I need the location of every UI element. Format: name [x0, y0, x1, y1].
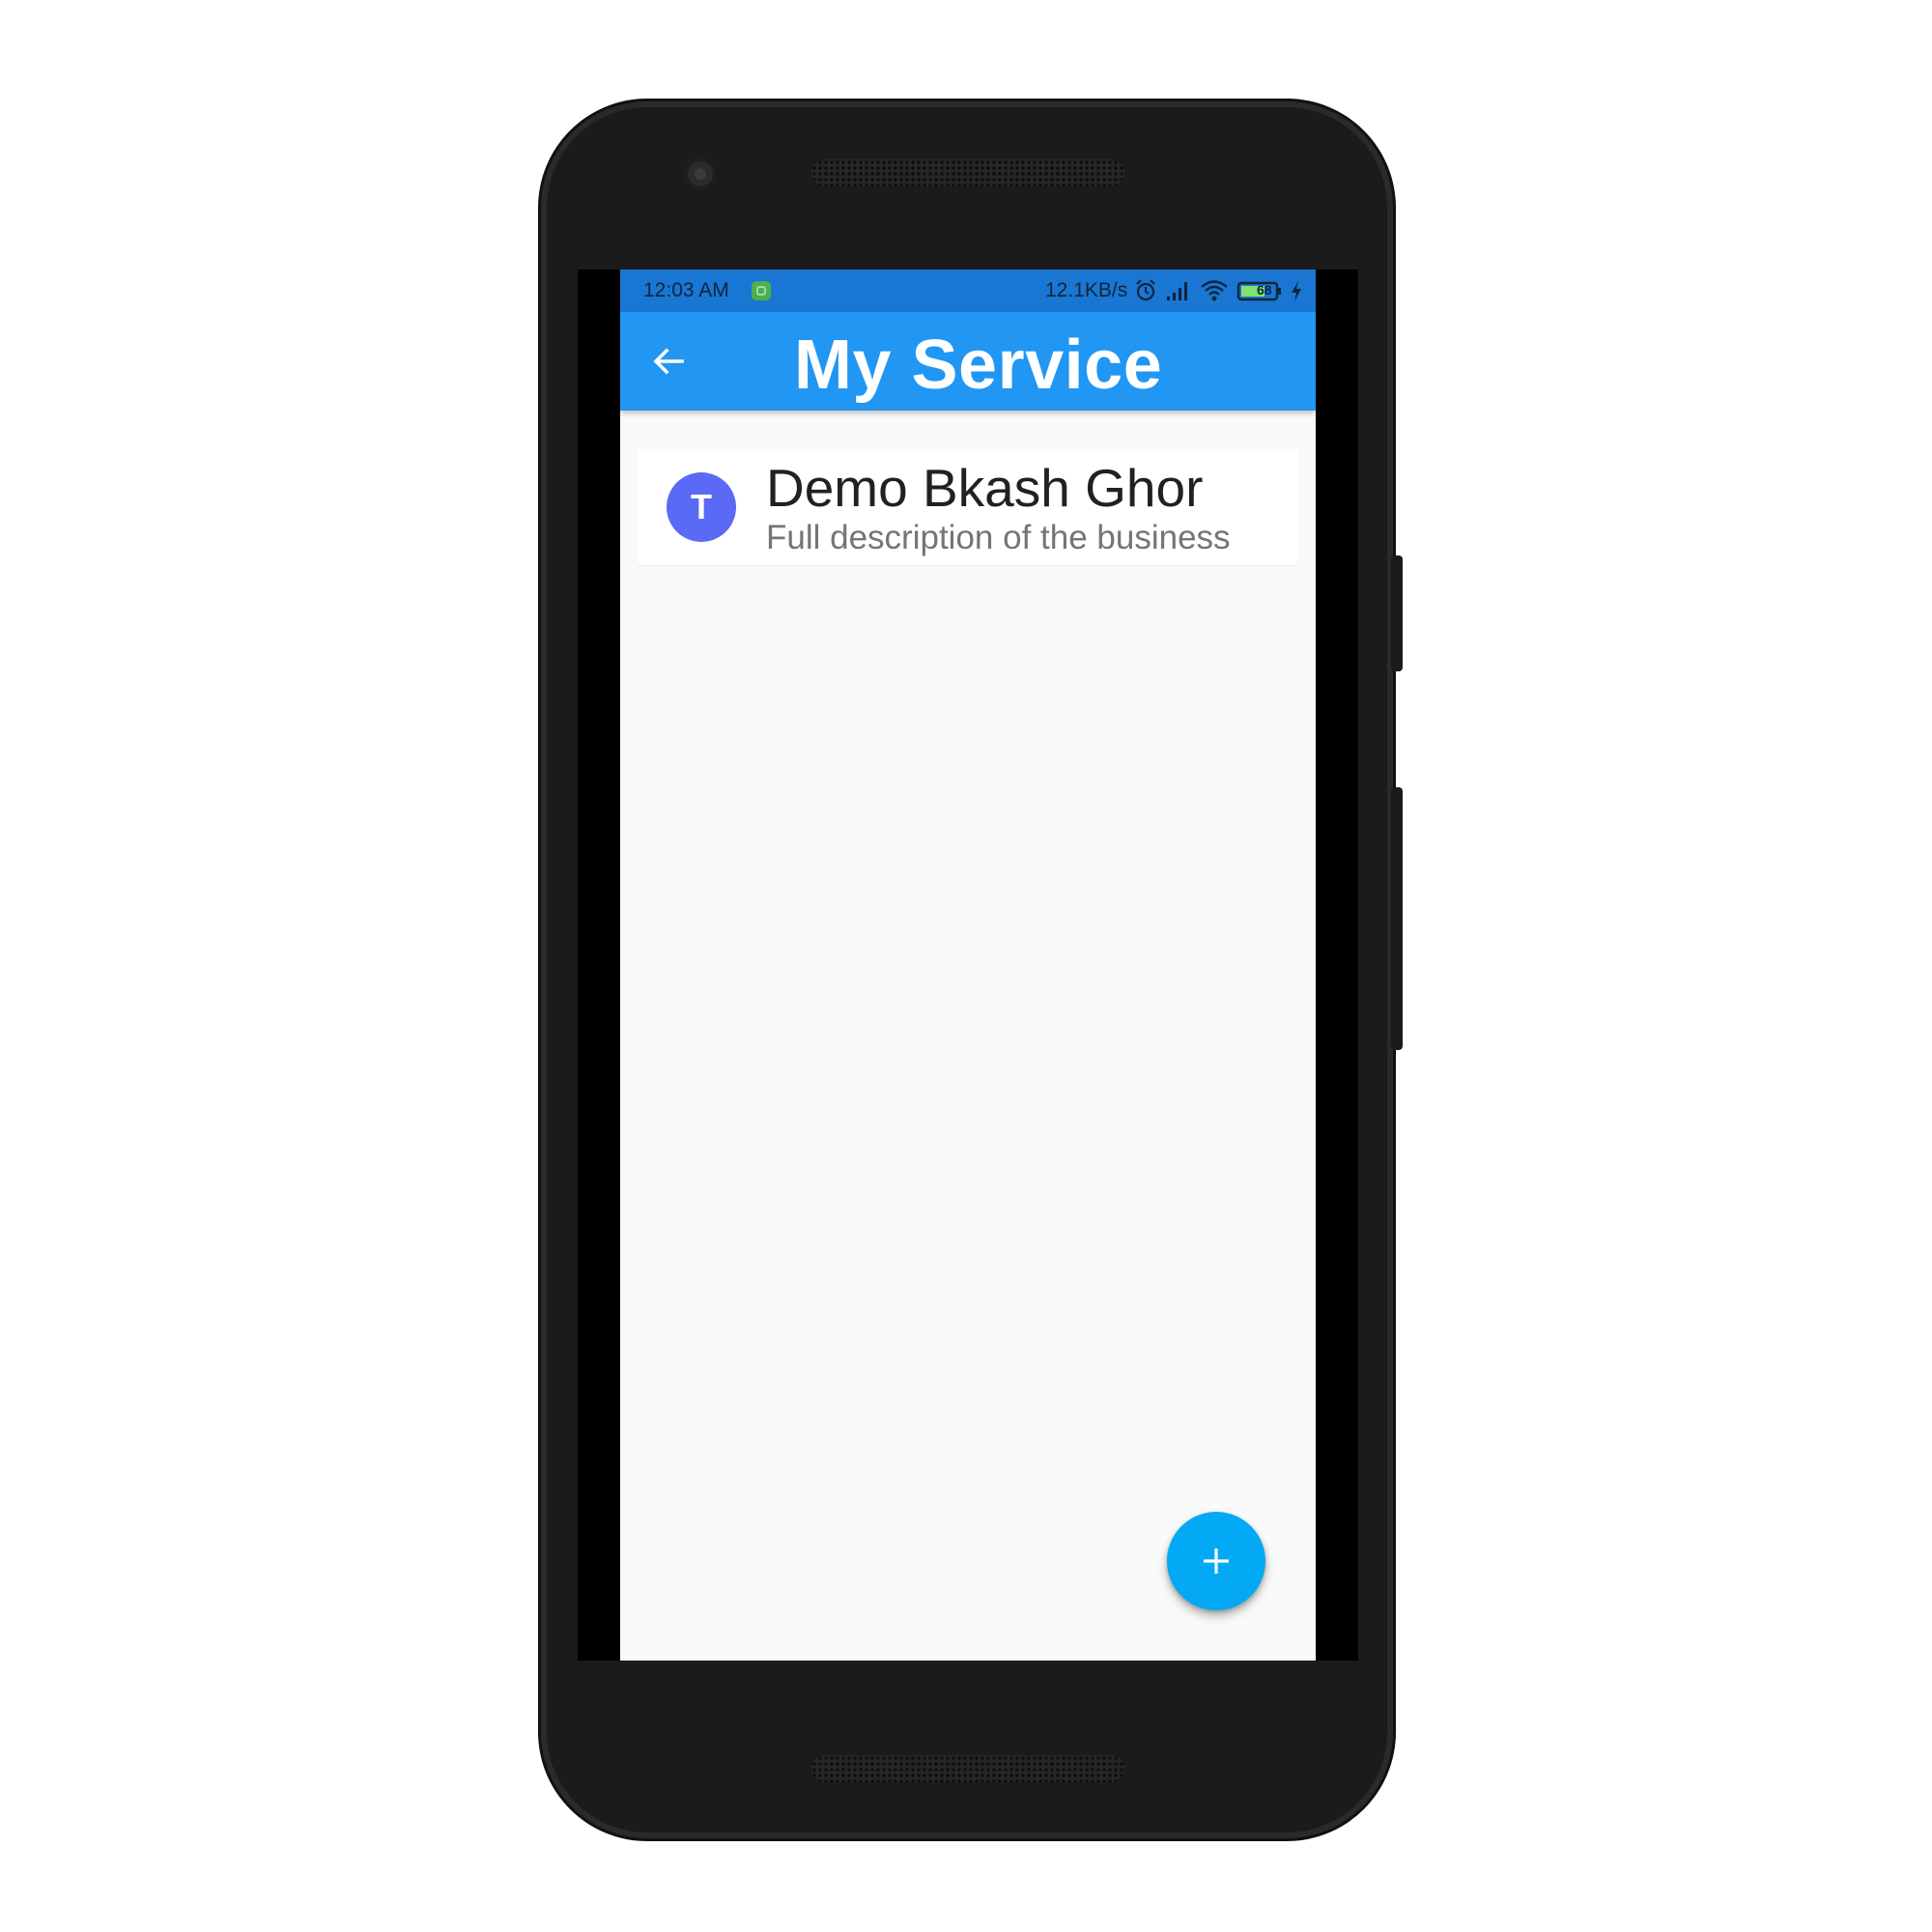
signal-icon [1167, 282, 1187, 300]
service-list: T Demo Bkash Ghor Full description of th… [638, 449, 1298, 565]
service-description: Full description of the business [766, 519, 1231, 556]
add-service-button[interactable] [1167, 1512, 1265, 1610]
arrow-back-icon [653, 348, 684, 375]
front-camera [684, 157, 717, 190]
service-list-item[interactable]: T Demo Bkash Ghor Full description of th… [638, 449, 1298, 565]
app-notification-icon [752, 281, 771, 300]
status-time: 12:03 AM [643, 279, 729, 301]
top-speaker-grille [811, 159, 1124, 186]
bottom-speaker-grille [811, 1755, 1124, 1782]
charging-icon [1292, 281, 1301, 301]
app-bar: My Service [620, 312, 1316, 411]
network-speed: 12.1KB/s [1045, 279, 1128, 301]
back-button[interactable] [645, 337, 694, 385]
page-title: My Service [794, 327, 1163, 404]
alarm-icon [1136, 279, 1155, 301]
status-bar: 12:03 AM 12.1KB/s 68 [620, 270, 1316, 312]
battery-level: 68 [1257, 282, 1272, 298]
volume-button [1391, 787, 1403, 1050]
phone-frame: 12:03 AM 12.1KB/s 68 My Service T Demo B… [541, 101, 1403, 1838]
plus-icon [1204, 1548, 1229, 1574]
service-title: Demo Bkash Ghor [766, 458, 1204, 518]
power-button [1391, 555, 1403, 671]
avatar: T [667, 472, 736, 542]
wifi-icon [1201, 280, 1228, 301]
app-screen: 12:03 AM 12.1KB/s 68 My Service T Demo B… [620, 270, 1316, 1661]
